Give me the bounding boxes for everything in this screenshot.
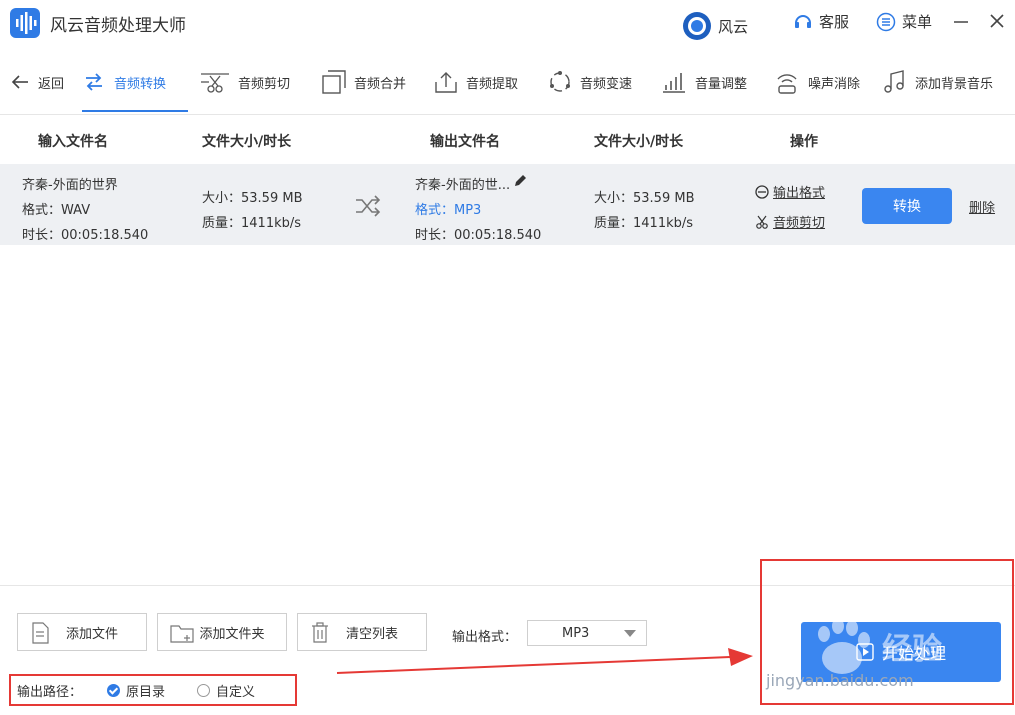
- headset-icon: [795, 14, 811, 28]
- tab-audio-merge[interactable]: 音频合并: [322, 52, 406, 112]
- output-size: 大小：53.59 MB: [594, 191, 695, 206]
- radio-original-label: 原目录: [126, 685, 166, 700]
- radio-custom-dir[interactable]: 自定义: [197, 681, 255, 700]
- add-file-label: 添加文件: [65, 626, 118, 642]
- menu-list-icon: [876, 12, 896, 31]
- app-title: 风云音频处理大师: [50, 16, 186, 36]
- tab-label: 音频变速: [580, 76, 633, 92]
- tab-noise-removal[interactable]: 噪声消除: [774, 52, 860, 112]
- tab-label: 音频转换: [114, 76, 167, 92]
- tab-label: 音频提取: [466, 76, 519, 92]
- header-input-name: 输入文件名: [38, 134, 108, 150]
- shuffle-arrow-icon: [356, 195, 381, 217]
- radio-custom-label: 自定义: [216, 685, 256, 700]
- watermark-url: jingyan.baidu.com: [766, 671, 914, 690]
- brand-label: 风云: [718, 17, 749, 36]
- tab-label: 音量调整: [695, 76, 748, 92]
- output-quality: 质量：1411kb/s: [594, 216, 694, 231]
- tab-label: 音频剪切: [238, 76, 291, 92]
- tab-audio-speed[interactable]: 音频变速: [548, 52, 632, 112]
- back-button[interactable]: 返回: [10, 52, 64, 112]
- output-file-name: 齐秦-外面的世...: [415, 178, 511, 193]
- app-logo-icon: [10, 8, 40, 38]
- input-size: 大小：53.59 MB: [202, 191, 303, 206]
- scissors-small-icon: [756, 215, 768, 229]
- output-format[interactable]: 格式：MP3: [415, 199, 481, 218]
- input-duration: 时长：00:05:18.540: [22, 228, 149, 243]
- speed-icon: [550, 71, 570, 92]
- delete-link[interactable]: 删除: [969, 197, 995, 216]
- menu-button[interactable]: 菜单: [876, 11, 932, 32]
- input-quality: 质量：1411kb/s: [202, 216, 302, 231]
- tab-add-bg-music[interactable]: 添加背景音乐: [883, 52, 993, 112]
- function-toolbar: 返回 音频转换 音频剪切 音频合并 音频提取 音频变速 音量调整 噪声消除 添加…: [0, 52, 1015, 115]
- clear-list-label: 清空列表: [345, 626, 398, 642]
- music-note-icon: [884, 70, 904, 93]
- input-format: 格式：WAV: [22, 203, 91, 218]
- output-duration: 时长：00:05:18.540: [415, 228, 542, 243]
- brand-logo-icon: [683, 12, 711, 40]
- customer-service-label: 客服: [819, 13, 850, 31]
- header-output-size: 文件大小/时长: [594, 134, 684, 150]
- output-format-select[interactable]: MP3: [527, 620, 647, 646]
- tab-label: 噪声消除: [808, 76, 861, 92]
- audio-cut-label: 音频剪切: [773, 216, 826, 231]
- edit-pencil-icon[interactable]: [513, 174, 527, 188]
- close-button[interactable]: [988, 10, 1006, 30]
- input-file-name: 齐秦-外面的世界: [22, 178, 118, 193]
- arrow-left-icon: [11, 75, 28, 89]
- output-format-value: MP3: [562, 625, 590, 641]
- scissors-icon: [201, 73, 229, 93]
- header-input-size: 文件大小/时长: [202, 134, 292, 150]
- customer-service-button[interactable]: 客服: [793, 11, 849, 32]
- table-header: 输入文件名 文件大小/时长 输出文件名 文件大小/时长 操作: [0, 118, 1015, 162]
- output-format-label: 输出格式: [773, 186, 826, 201]
- audio-cut-link[interactable]: 音频剪切: [755, 212, 825, 231]
- minimize-button[interactable]: [952, 11, 970, 31]
- convert-icon: [86, 73, 102, 91]
- add-folder-label: 添加文件夹: [199, 626, 265, 642]
- back-label: 返回: [38, 76, 65, 92]
- annotation-arrow: [336, 648, 753, 674]
- header-actions: 操作: [790, 134, 818, 150]
- output-format-link[interactable]: 输出格式: [755, 182, 825, 201]
- chevron-down-icon: [624, 630, 636, 637]
- brand-link[interactable]: 风云: [682, 11, 748, 41]
- tab-volume-adjust[interactable]: 音量调整: [661, 52, 747, 112]
- format-icon: [755, 184, 769, 199]
- volume-bars-icon: [663, 73, 685, 93]
- play-icon: [856, 643, 874, 661]
- convert-button[interactable]: 转换: [862, 188, 952, 224]
- menu-label: 菜单: [902, 13, 933, 31]
- tab-audio-cut[interactable]: 音频剪切: [200, 52, 290, 112]
- title-bar: 风云音频处理大师 风云 客服 菜单: [0, 0, 1015, 46]
- radio-original-dir[interactable]: 原目录: [107, 681, 165, 700]
- radio-unchecked-icon: [197, 684, 210, 697]
- radio-checked-icon: [107, 684, 120, 697]
- add-folder-button[interactable]: 添加文件夹: [157, 613, 287, 651]
- tab-audio-convert[interactable]: 音频转换: [82, 52, 188, 112]
- header-output-name: 输出文件名: [430, 134, 500, 150]
- tab-audio-extract[interactable]: 音频提取: [434, 52, 518, 112]
- watermark-text: 经验: [882, 632, 942, 667]
- tab-label: 添加背景音乐: [915, 76, 994, 92]
- tab-label: 音频合并: [354, 76, 407, 92]
- close-icon: [990, 14, 1004, 28]
- merge-icon: [322, 70, 346, 94]
- minimize-icon: [954, 21, 968, 23]
- noise-icon: [777, 74, 797, 94]
- add-file-button[interactable]: 添加文件: [17, 613, 147, 651]
- extract-icon: [435, 72, 457, 93]
- output-format-label-bottom: 输出格式：: [452, 630, 518, 645]
- output-path-label: 输出路径：: [17, 685, 83, 700]
